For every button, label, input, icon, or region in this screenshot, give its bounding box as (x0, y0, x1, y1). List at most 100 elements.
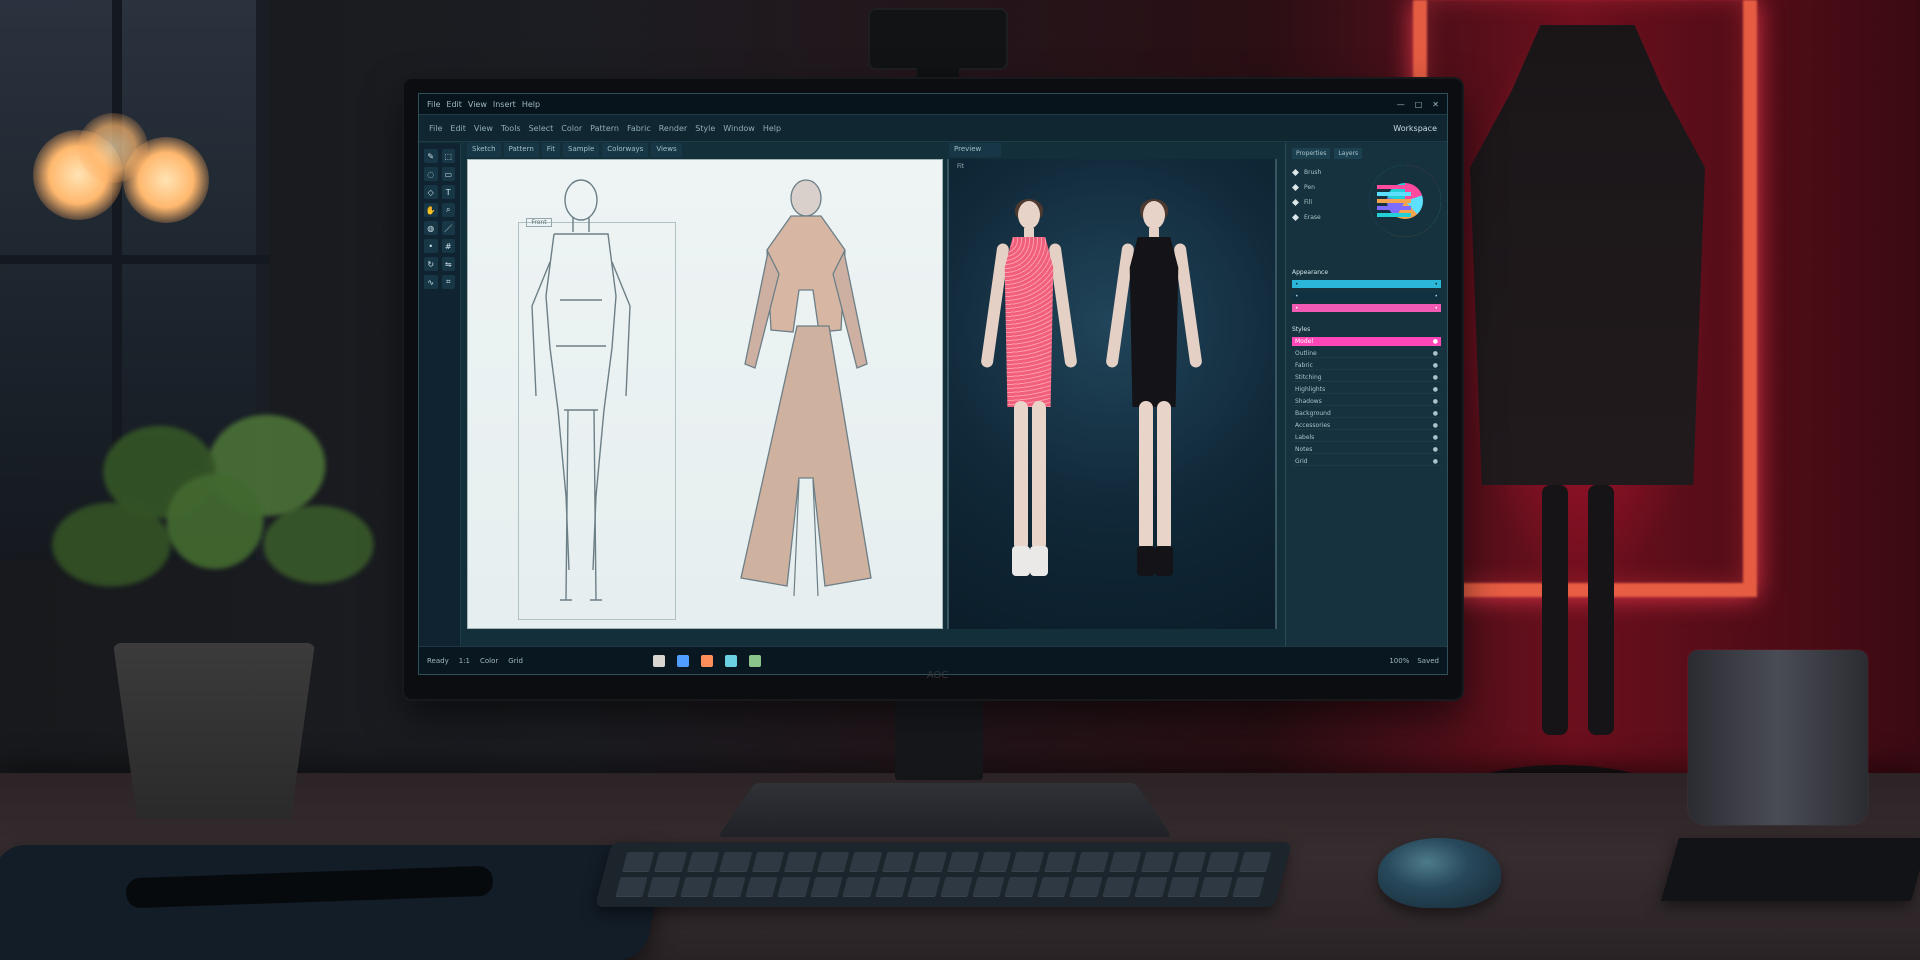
node-tool-icon[interactable]: • (424, 239, 438, 253)
app-icon[interactable] (701, 655, 713, 667)
tab-properties[interactable]: Properties (1292, 148, 1330, 159)
app-icon[interactable] (749, 655, 761, 667)
toolbar-item[interactable]: Render (659, 124, 687, 133)
appearance-row[interactable]: • • (1292, 292, 1441, 300)
layer-item[interactable]: Background ● (1292, 409, 1441, 418)
layer-item[interactable]: Model ● (1292, 337, 1441, 346)
fill-label: Fill (1304, 199, 1312, 206)
layer-label: Highlights (1295, 386, 1325, 393)
app-icon[interactable] (653, 655, 665, 667)
erase-option[interactable]: Erase (1292, 214, 1365, 221)
toolbar-item[interactable]: Style (695, 124, 715, 133)
tab-sketch[interactable]: Sketch (467, 143, 501, 157)
minimize-button[interactable]: — (1397, 100, 1405, 109)
fill-option[interactable]: Fill (1292, 199, 1365, 206)
layer-item[interactable]: Shadows ● (1292, 397, 1441, 406)
layer-item[interactable]: Grid ● (1292, 457, 1441, 466)
brush-option[interactable]: Brush (1292, 169, 1365, 176)
visibility-icon: ● (1433, 434, 1438, 441)
color-bar (1377, 206, 1411, 210)
pen-label: Pen (1304, 184, 1315, 191)
appearance-section: Appearance • • • • • • (1292, 269, 1441, 316)
menu-item[interactable]: View (468, 100, 487, 109)
pen-tool-icon[interactable]: ✎ (424, 149, 438, 163)
status-grid: Grid (508, 657, 523, 665)
mirror-tool-icon[interactable]: ⇋ (442, 257, 456, 271)
workspace-label: Workspace (1393, 124, 1437, 133)
styles-title: Styles (1292, 326, 1441, 333)
pen-option[interactable]: Pen (1292, 184, 1365, 191)
layer-item[interactable]: Stitching ● (1292, 373, 1441, 382)
layer-label: Notes (1295, 446, 1312, 453)
monitor-logo: AOC (920, 670, 955, 685)
appearance-row[interactable]: • • (1292, 304, 1441, 312)
toolbar-item[interactable]: Tools (501, 124, 521, 133)
layer-item[interactable]: Notes ● (1292, 445, 1441, 454)
grid-tool-icon[interactable]: # (442, 239, 456, 253)
color-bars (1377, 185, 1411, 217)
toolbar-item[interactable]: File (429, 124, 442, 133)
toolbar-item[interactable]: Select (529, 124, 554, 133)
layer-label: Background (1295, 410, 1331, 417)
visibility-icon: ● (1433, 362, 1438, 369)
menu-item[interactable]: Edit (446, 100, 462, 109)
rotate-tool-icon[interactable]: ↻ (424, 257, 438, 271)
layer-item[interactable]: Fabric ● (1292, 361, 1441, 370)
monitor-stand (895, 685, 983, 780)
visibility-icon: ● (1433, 350, 1438, 357)
brush-tool-icon[interactable]: ◌ (424, 167, 438, 181)
layer-label: Stitching (1295, 374, 1322, 381)
black-dress-model (1109, 201, 1199, 593)
tab-views[interactable]: Views (651, 143, 681, 157)
visibility-icon: ● (1433, 422, 1438, 429)
preview-tab[interactable]: Preview (949, 143, 1001, 157)
toolbar-item[interactable]: Pattern (590, 124, 619, 133)
maximize-button[interactable]: □ (1415, 100, 1423, 109)
window-buttons: — □ ✕ (1397, 100, 1439, 109)
toolbar-item[interactable]: Window (723, 124, 755, 133)
text-tool-icon[interactable]: T (442, 185, 456, 199)
tab-layers[interactable]: Layers (1334, 148, 1362, 159)
app-icon[interactable] (677, 655, 689, 667)
save-status: Saved (1417, 657, 1439, 665)
layer-item[interactable]: Highlights ● (1292, 385, 1441, 394)
layer-item[interactable]: Accessories ● (1292, 421, 1441, 430)
tab-colorways[interactable]: Colorways (602, 143, 648, 157)
toolbar-item[interactable]: View (474, 124, 493, 133)
hand-tool-icon[interactable]: ✋ (424, 203, 438, 217)
menu-item[interactable]: Help (522, 100, 540, 109)
appearance-title: Appearance (1292, 269, 1441, 276)
brush-icon (1292, 169, 1299, 176)
menu-item[interactable]: File (427, 100, 440, 109)
curve-tool-icon[interactable]: ∿ (424, 275, 438, 289)
fill-tool-icon[interactable]: ◍ (424, 221, 438, 235)
status-color: Color (480, 657, 498, 665)
close-button[interactable]: ✕ (1432, 100, 1439, 109)
tab-fit[interactable]: Fit (542, 143, 560, 157)
line-tool-icon[interactable]: ／ (442, 221, 456, 235)
tab-pattern[interactable]: Pattern (504, 143, 539, 157)
measure-tool-icon[interactable]: ⌗ (442, 275, 456, 289)
shape-tool-icon[interactable]: ◇ (424, 185, 438, 199)
eraser-tool-icon[interactable]: ▭ (442, 167, 456, 181)
mouse (1378, 838, 1501, 908)
app-icon[interactable] (725, 655, 737, 667)
toolbar-item[interactable]: Color (561, 124, 582, 133)
layer-label: Fabric (1295, 362, 1313, 369)
color-bar (1377, 199, 1411, 203)
draped-figure-svg (721, 178, 891, 608)
layer-item[interactable]: Labels ● (1292, 433, 1441, 442)
layer-item[interactable]: Outline ● (1292, 349, 1441, 358)
select-tool-icon[interactable]: ⬚ (442, 149, 456, 163)
menu-item[interactable]: Insert (493, 100, 516, 109)
zoom-tool-icon[interactable]: ⌕ (442, 203, 456, 217)
tab-sample[interactable]: Sample (563, 143, 599, 157)
toolbar-item[interactable]: Fabric (627, 124, 651, 133)
toolbar-item[interactable]: Help (763, 124, 781, 133)
color-bar (1377, 185, 1411, 189)
keyboard (595, 842, 1292, 907)
appearance-row[interactable]: • • (1292, 280, 1441, 288)
color-picker[interactable] (1369, 165, 1441, 259)
pen-icon (1292, 184, 1299, 191)
toolbar-item[interactable]: Edit (450, 124, 466, 133)
